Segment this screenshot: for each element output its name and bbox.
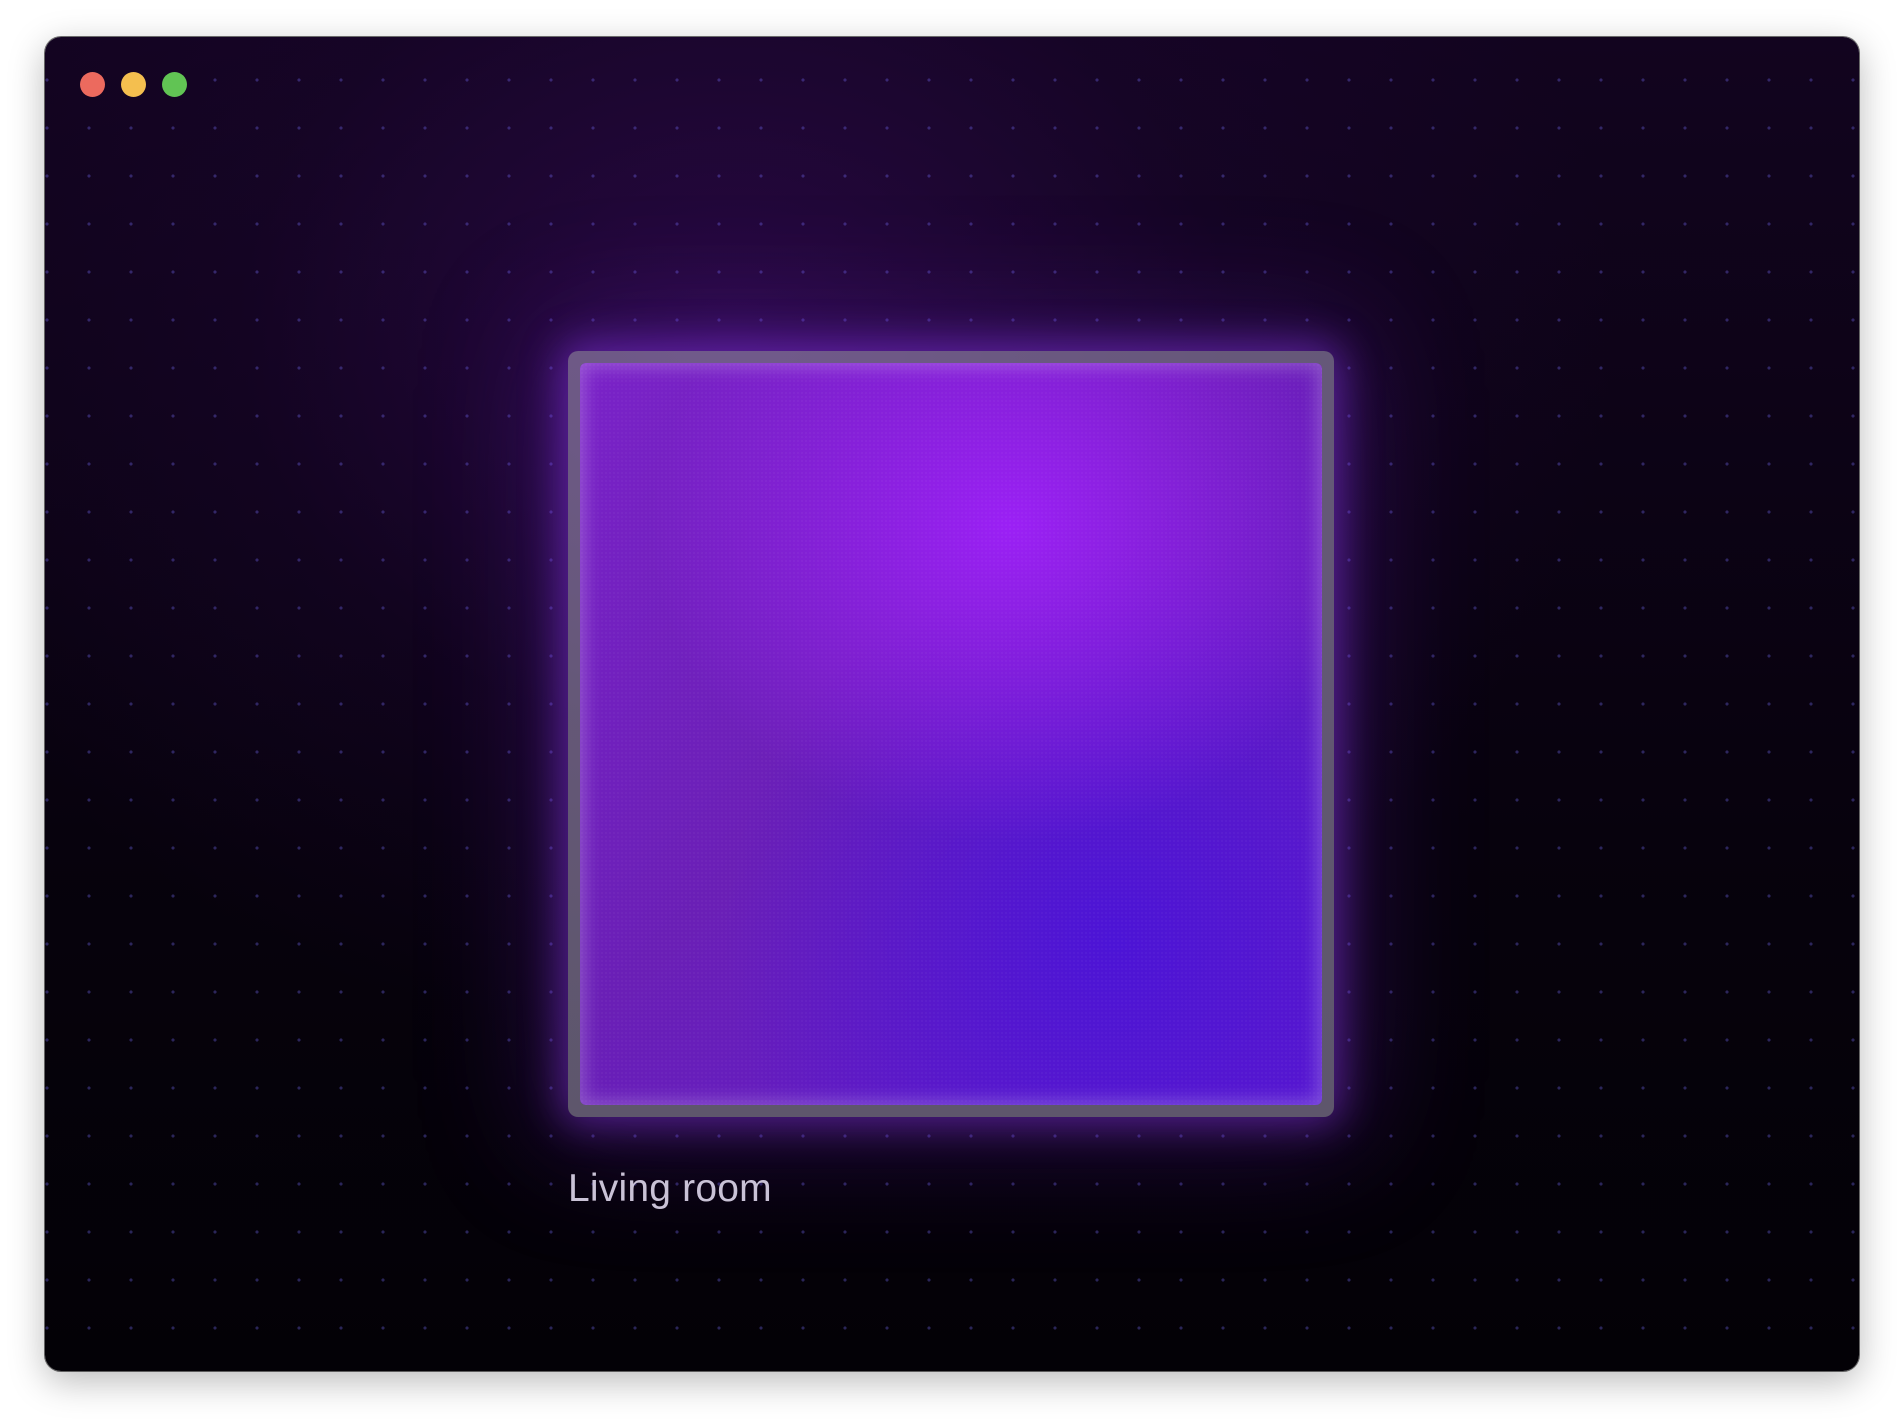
minimize-window-button[interactable] <box>121 72 146 97</box>
window-controls <box>80 72 187 97</box>
room-light-color-swatch <box>580 363 1322 1105</box>
app-window: Living room <box>45 37 1859 1371</box>
close-window-button[interactable] <box>80 72 105 97</box>
room-label: Living room <box>568 1167 772 1210</box>
zoom-window-button[interactable] <box>162 72 187 97</box>
room-light-tile[interactable] <box>568 351 1334 1117</box>
swatch-texture <box>580 363 1322 1105</box>
